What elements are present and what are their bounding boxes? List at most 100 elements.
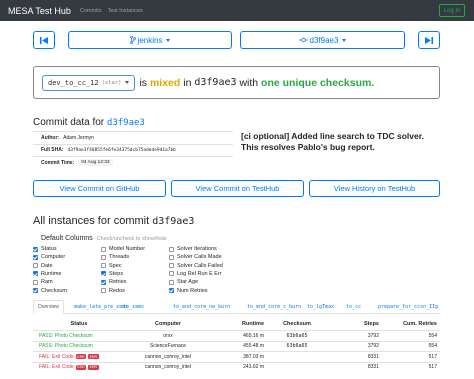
retries-cell: 517 — [428, 353, 437, 360]
computer-cell: orvx — [163, 332, 173, 339]
checkbox[interactable] — [169, 254, 174, 260]
status-cell[interactable]: FAIL: Exit Code ERR ERR — [39, 352, 99, 362]
view-on-github-button[interactable]: View Commit on GitHub — [33, 180, 166, 197]
column-toggle-label: Ram — [41, 279, 53, 286]
column-toggle-label: Computer — [41, 254, 66, 261]
steps-cell: 3792 — [367, 332, 379, 339]
checkbox[interactable] — [101, 288, 106, 293]
column-toggle[interactable]: Runtime — [33, 271, 61, 277]
column-toggle-label: Star Age — [177, 279, 199, 286]
column-header[interactable]: Status — [39, 318, 119, 330]
status-cell[interactable]: PASS: Photo Checksum — [39, 331, 93, 341]
tab-overview[interactable]: Overview — [33, 300, 64, 314]
checkbox[interactable] — [169, 279, 174, 285]
column-toggle-label: Steps — [109, 270, 124, 277]
login-button[interactable]: Log In — [439, 4, 465, 17]
column-toggle[interactable]: Retries — [101, 279, 126, 285]
checkbox[interactable] — [169, 263, 174, 269]
checkbox[interactable] — [101, 271, 106, 277]
status-mixed: mixed — [149, 76, 181, 89]
column-toggle[interactable]: Model Number — [101, 246, 145, 252]
column-header[interactable]: Cum. Retries — [385, 318, 437, 330]
column-toggle[interactable]: Ram — [33, 279, 53, 285]
column-header[interactable]: Steps — [329, 318, 379, 330]
column-toggle[interactable]: Solver Calls Failed — [169, 263, 223, 269]
column-toggle[interactable]: Star Age — [169, 279, 198, 285]
nav-link-commits[interactable]: Commits — [80, 8, 102, 14]
column-toggle[interactable]: Checksum — [33, 288, 67, 294]
author-label: Author: — [41, 134, 60, 141]
column-toggle-label: Log Rel Run E Err — [177, 270, 222, 277]
column-toggle-label: Num Retries — [177, 287, 208, 294]
checkbox[interactable] — [33, 279, 38, 285]
author-row: Author: Adam Jermyn — [33, 131, 233, 144]
column-toggle[interactable]: Redos — [101, 288, 125, 294]
checkbox[interactable] — [101, 263, 106, 269]
runtime-cell: 387.03 m — [243, 353, 264, 360]
column-toggle-label: Date — [41, 262, 53, 269]
error-badge: ERR — [75, 354, 87, 360]
runtime-cell: 455.48 m — [243, 343, 264, 350]
table-row[interactable]: FAIL: Exit Code ERR ERR cannon_conroy_intel… — [33, 351, 440, 362]
branch-label: jenkins — [137, 35, 163, 45]
tab-test-case[interactable]: to_zams — [123, 300, 144, 314]
error-badge: ERR — [88, 364, 99, 370]
status-cell[interactable]: FAIL: Exit Code ERR ERR — [39, 363, 99, 373]
tab-test-case[interactable]: to_lgTmax — [307, 300, 334, 314]
checkbox[interactable] — [33, 263, 38, 269]
column-toggle[interactable]: Computer — [33, 254, 65, 260]
full-sha-label: Full SHA: — [41, 147, 64, 154]
commit-data-sha-link[interactable]: d3f9ae3 — [107, 118, 145, 128]
tab-test-case[interactable]: prepare_for_ccsn_IIp — [378, 300, 438, 314]
tab-test-case[interactable]: to_end_core_c_burn — [247, 300, 301, 314]
column-toggle[interactable]: Status — [33, 246, 57, 252]
runtime-cell: 465.16 m — [243, 332, 264, 339]
column-toggle[interactable]: Solver Calls Made — [169, 254, 222, 260]
column-header[interactable]: Checksum — [271, 318, 323, 330]
default-columns-header: Default Columns Check/uncheck to show/hi… — [41, 235, 167, 242]
branch-dropdown[interactable]: jenkins — [68, 31, 232, 49]
column-toggle[interactable]: Spec — [101, 263, 122, 269]
status-text-is: is — [139, 76, 148, 89]
tab-test-case[interactable]: to_end_core_ne_burn — [173, 300, 230, 314]
column-header[interactable]: Computer — [133, 318, 203, 330]
table-row[interactable]: PASS: Photo Checksum ScienceFurnace 455.48… — [33, 340, 440, 352]
status-unique-checksum: one unique checksum. — [261, 76, 375, 89]
checkbox[interactable] — [33, 271, 38, 277]
brand[interactable]: MESA Test Hub — [8, 6, 71, 16]
commit-dropdown[interactable]: d3f9ae3 — [240, 31, 405, 49]
checkbox[interactable] — [169, 288, 174, 293]
tab-test-case[interactable]: to_cc — [346, 300, 361, 314]
nav-link-test-instances[interactable]: Test Instances — [108, 8, 143, 14]
column-toggle-label: Solver Calls Failed — [177, 262, 223, 269]
view-history-button[interactable]: View History on TestHub — [309, 180, 440, 197]
column-toggle[interactable]: Steps — [101, 271, 123, 277]
previous-commit-button[interactable] — [33, 31, 55, 49]
column-toggle[interactable]: Num Retries — [169, 288, 208, 294]
branch-select[interactable]: dev_to_cc_12 (star) — [42, 74, 136, 91]
tab-test-case[interactable]: make_late_pre_zams — [74, 300, 128, 314]
commit-status-summary: dev_to_cc_12 (star) is mixed in d3f9ae3 … — [33, 66, 440, 99]
checkbox[interactable] — [169, 271, 174, 277]
table-row[interactable]: PASS: Photo Checksum orvx 465.16 m 63b6a65 3… — [33, 330, 440, 341]
column-toggle[interactable]: Threads — [101, 254, 129, 260]
table-row[interactable]: FAIL: Exit Code ERR ERR cannon_conroy_intel… — [33, 361, 440, 373]
checkbox[interactable] — [33, 254, 38, 260]
checkbox[interactable] — [169, 246, 174, 252]
column-toggle[interactable]: Date — [33, 263, 53, 269]
checkbox[interactable] — [33, 288, 38, 293]
checkbox[interactable] — [33, 246, 38, 252]
column-toggle-label: Model Number — [109, 246, 146, 252]
column-toggle[interactable]: Log Rel Run E Err — [169, 271, 222, 277]
status-cell[interactable]: PASS: Photo Checksum — [39, 342, 93, 352]
view-commit-on-testhub-button[interactable]: View Commit on TestHub — [171, 180, 304, 197]
column-header[interactable]: Runtime — [208, 318, 264, 330]
column-toggle-label: Threads — [109, 254, 130, 261]
checkbox[interactable] — [101, 254, 106, 260]
checkbox[interactable] — [101, 279, 106, 285]
commit-info-table: Author: Adam Jermyn Full SHA: d3f9ae3f48… — [33, 131, 233, 169]
column-toggle[interactable]: Solver Iterations — [169, 246, 217, 252]
checkbox[interactable] — [101, 246, 106, 252]
checksum-cell: 63b6a65 — [286, 343, 308, 350]
next-commit-button[interactable] — [418, 31, 440, 49]
